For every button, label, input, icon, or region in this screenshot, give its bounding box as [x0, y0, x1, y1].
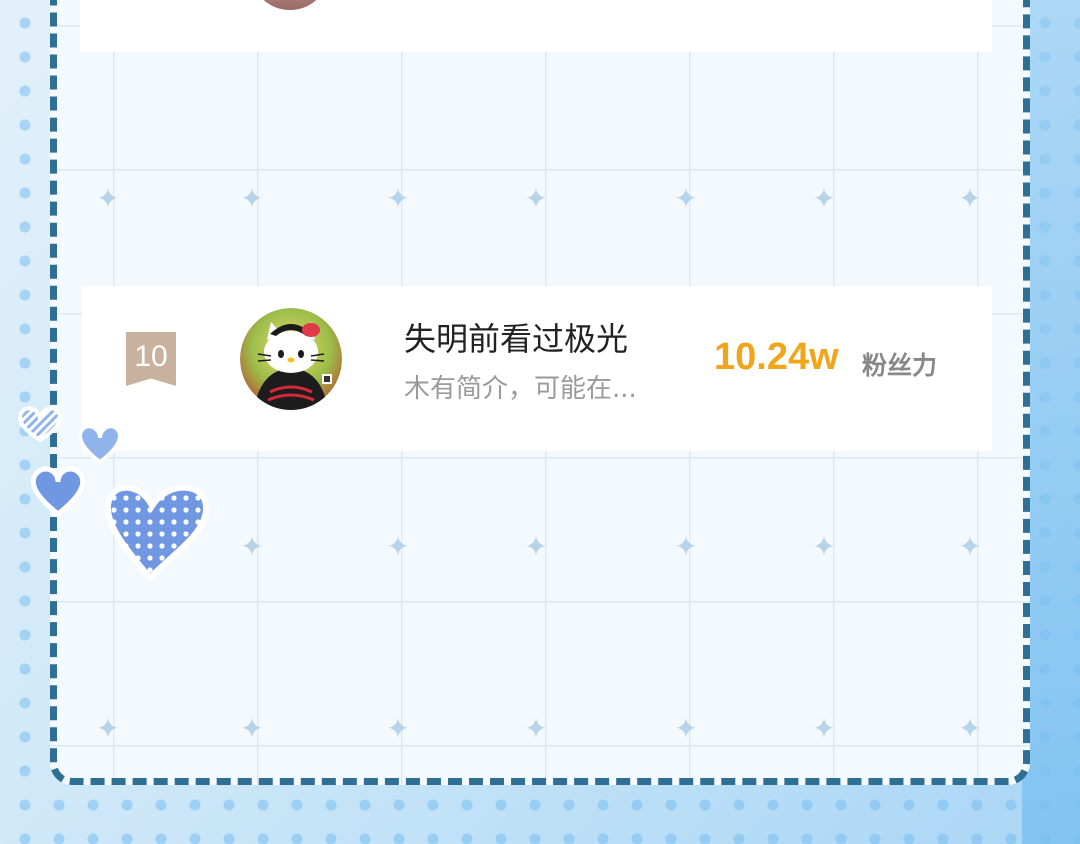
striped-heart-icon [18, 406, 62, 443]
avatar[interactable] [240, 308, 342, 410]
sparkle-icon: ✦ [674, 182, 698, 215]
sparkle-icon: ✦ [812, 712, 836, 745]
sparkle-icon: ✦ [958, 182, 982, 215]
sparkle-icon: ✦ [386, 182, 410, 215]
ranking-item-previous[interactable] [80, 0, 992, 52]
polka-dot-heart-icon [104, 484, 209, 583]
side-decoration [1022, 0, 1080, 844]
user-name[interactable]: 失明前看过极光 [404, 314, 628, 360]
sparkle-icon: ✦ [812, 530, 836, 563]
blue-heart-icon [30, 466, 86, 518]
small-heart-icon [78, 424, 122, 465]
sparkle-icon: ✦ [812, 182, 836, 215]
sparkle-icon: ✦ [96, 182, 120, 215]
hello-kitty-avatar-icon [240, 308, 342, 410]
sparkle-icon: ✦ [524, 182, 548, 215]
sparkle-icon: ✦ [958, 530, 982, 563]
sparkle-icon: ✦ [386, 530, 410, 563]
user-bio: 木有简介，可能在... [404, 374, 637, 404]
sparkle-icon: ✦ [96, 712, 120, 745]
fans-count: 10.24w [714, 336, 839, 378]
sparkle-icon: ✦ [524, 712, 548, 745]
fans-label: 粉丝力 [862, 351, 938, 380]
heart-stickers [18, 406, 209, 583]
sparkle-icon: ✦ [524, 530, 548, 563]
sparkle-icon: ✦ [240, 712, 264, 745]
sparkle-icon: ✦ [674, 530, 698, 563]
sparkle-icon: ✦ [240, 182, 264, 215]
sparkle-icon: ✦ [240, 530, 264, 563]
sparkle-icon: ✦ [674, 712, 698, 745]
sparkle-icon: ✦ [386, 712, 410, 745]
sparkle-icon: ✦ [958, 712, 982, 745]
